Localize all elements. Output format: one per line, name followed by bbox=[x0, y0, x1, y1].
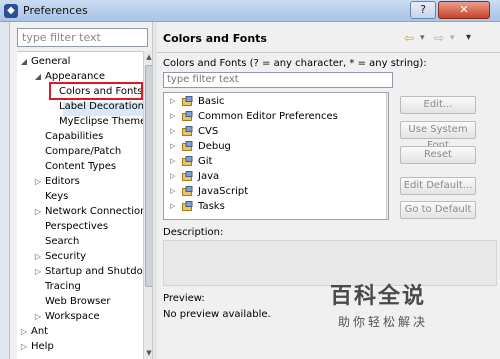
reset-button[interactable]: Reset bbox=[400, 146, 476, 164]
window-title: Preferences bbox=[23, 4, 88, 17]
twisty-collapsed-icon[interactable]: ▷ bbox=[33, 174, 43, 189]
description-label: Description: bbox=[163, 227, 224, 238]
preferences-tree: ◢ General ◢ Appearance Colors and Fonts … bbox=[17, 51, 143, 359]
preview-text: No preview available. bbox=[163, 309, 271, 320]
scroll-down-icon[interactable]: ▼ bbox=[387, 208, 388, 219]
tree-filter-input[interactable]: type filter text bbox=[17, 28, 148, 47]
colors-scroll-thumb[interactable] bbox=[388, 105, 389, 205]
colors-tree-scrollbar[interactable]: ▲ ▼ bbox=[386, 93, 389, 219]
back-arrow-icon[interactable]: ⇦ bbox=[404, 30, 414, 46]
title-bar: ◆ Preferences ? ✕ bbox=[0, 0, 500, 22]
preferences-tree-pane: type filter text ◢ General ◢ Appearance … bbox=[11, 22, 153, 359]
watermark-logo: 百科全说 bbox=[330, 284, 427, 309]
close-button[interactable]: ✕ bbox=[438, 1, 490, 19]
twisty-expanded-icon[interactable]: ◢ bbox=[19, 54, 29, 69]
twisty-collapsed-icon[interactable]: ▷ bbox=[33, 264, 43, 279]
forward-arrow-icon[interactable]: ⇨ bbox=[434, 30, 444, 46]
view-menu-chevron-icon[interactable]: ▾ bbox=[466, 30, 471, 46]
filter-help-text: Colors and Fonts (? = any character, * =… bbox=[163, 58, 427, 69]
eclipse-app-icon: ◆ bbox=[4, 4, 18, 18]
description-box bbox=[163, 240, 497, 286]
background-window-edge bbox=[0, 22, 10, 359]
edit-default-button[interactable]: Edit Default... bbox=[400, 177, 476, 195]
twisty-collapsed-icon[interactable]: ▷ bbox=[33, 204, 43, 219]
selected-item-outline bbox=[49, 82, 143, 100]
folder-font-icon bbox=[182, 171, 193, 181]
help-button[interactable]: ? bbox=[410, 1, 436, 19]
twisty-collapsed-icon[interactable]: ▷ bbox=[33, 249, 43, 264]
twisty-collapsed-icon[interactable]: ▷ bbox=[170, 154, 180, 169]
go-to-default-button[interactable]: Go to Default bbox=[400, 201, 476, 219]
edit-button[interactable]: Edit... bbox=[400, 96, 476, 114]
twisty-collapsed-icon[interactable]: ▷ bbox=[19, 324, 29, 339]
baike-watermark: 百科全说 助你轻松解决 bbox=[330, 285, 470, 335]
twisty-collapsed-icon[interactable]: ▷ bbox=[170, 184, 180, 199]
twisty-collapsed-icon[interactable]: ▷ bbox=[170, 109, 180, 124]
twisty-collapsed-icon[interactable]: ▷ bbox=[170, 124, 180, 139]
forward-menu-chevron-icon[interactable]: ▾ bbox=[450, 30, 455, 46]
folder-font-icon bbox=[182, 141, 193, 151]
folder-font-icon bbox=[182, 126, 193, 136]
preview-label: Preview: bbox=[163, 293, 205, 304]
header-separator bbox=[157, 52, 500, 53]
folder-font-icon bbox=[182, 201, 193, 211]
twisty-collapsed-icon[interactable]: ▷ bbox=[170, 169, 180, 184]
use-system-font-button[interactable]: Use System Font bbox=[400, 121, 476, 151]
folder-font-icon bbox=[182, 111, 193, 121]
page-title: Colors and Fonts bbox=[163, 32, 267, 45]
twisty-collapsed-icon[interactable]: ▷ bbox=[170, 94, 180, 109]
back-menu-chevron-icon[interactable]: ▾ bbox=[420, 30, 425, 46]
watermark-slogan: 助你轻松解决 bbox=[338, 315, 429, 329]
twisty-collapsed-icon[interactable]: ▷ bbox=[170, 199, 180, 214]
twisty-expanded-icon[interactable]: ◢ bbox=[33, 69, 43, 84]
twisty-collapsed-icon[interactable]: ▷ bbox=[33, 309, 43, 324]
colors-filter-input[interactable]: type filter text bbox=[163, 72, 393, 88]
scroll-up-icon[interactable]: ▲ bbox=[387, 93, 388, 104]
folder-font-icon bbox=[182, 156, 193, 166]
folder-font-icon bbox=[182, 96, 193, 106]
folder-font-icon bbox=[182, 186, 193, 196]
twisty-collapsed-icon[interactable]: ▷ bbox=[19, 339, 29, 354]
page-navigation: ⇦ ▾ ⇨ ▾ ▾ bbox=[402, 30, 497, 46]
colors-fonts-tree: ▷ Basic ▷ Common Editor Preferences ▷ CV… bbox=[163, 92, 389, 220]
twisty-collapsed-icon[interactable]: ▷ bbox=[170, 139, 180, 154]
